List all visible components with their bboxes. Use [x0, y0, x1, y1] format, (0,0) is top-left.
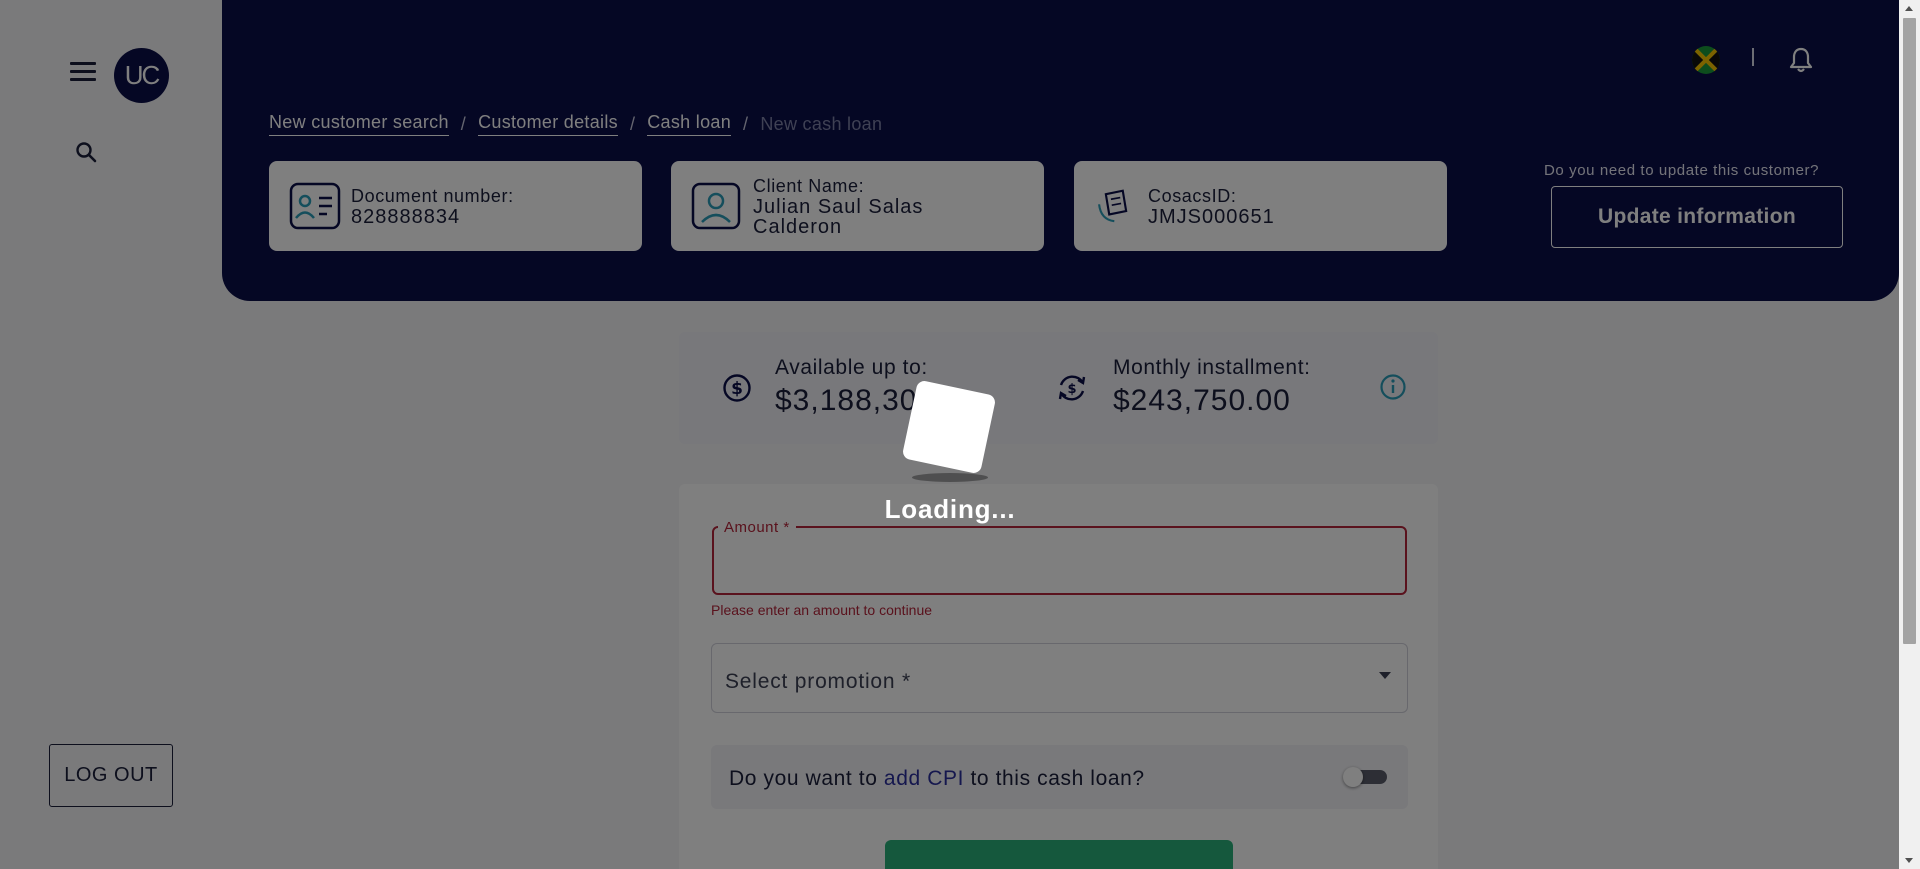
scroll-up-arrow-icon[interactable]: [1905, 6, 1913, 11]
page-scrollbar[interactable]: [1899, 0, 1920, 869]
scroll-down-arrow-icon[interactable]: [1905, 858, 1913, 863]
loading-text: Loading...: [884, 494, 1016, 524]
scroll-thumb[interactable]: [1903, 18, 1916, 644]
loading-overlay: Loading...: [0, 0, 1899, 869]
loader-shadow: [912, 473, 988, 482]
loading-spinner-icon: [901, 379, 997, 475]
